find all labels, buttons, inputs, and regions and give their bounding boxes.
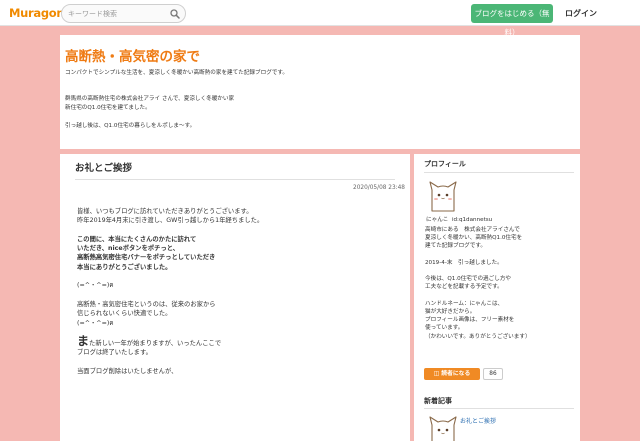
post-paragraph: 当面ブログ削除はいたしませんが、 bbox=[77, 367, 397, 376]
post-text: 本当にありがとうございました。 bbox=[77, 263, 172, 271]
reader-button-label: 読者になる bbox=[441, 371, 471, 377]
post-paragraph: いただき、niceボタンをポチっと、 bbox=[77, 244, 397, 253]
blog-title[interactable]: 高断熱・高気密の家で bbox=[65, 45, 200, 65]
profile-divider bbox=[424, 172, 574, 173]
article-main: お礼とご挨拶 2020/05/08 23:48 皆様、いつもブログに訪れていただ… bbox=[60, 154, 410, 441]
post-paragraph: この間に、本当にたくさんのかたに訪れて bbox=[77, 235, 397, 244]
post-date: 2020/05/08 23:48 bbox=[353, 185, 405, 191]
bio-line: 工夫などを記載する予定です。 bbox=[425, 284, 503, 291]
post-paragraph bbox=[77, 358, 397, 367]
post-paragraph: 昨年2019年4月末に引き渡し、GW引っ越しから1年経ちました。 bbox=[77, 216, 397, 225]
bio-line: 2019-4-末 引っ越しました。 bbox=[425, 259, 503, 266]
description-line bbox=[65, 113, 288, 122]
profile-heading: プロフィール bbox=[424, 160, 466, 168]
post-text: (=^・^=)ฅ bbox=[77, 319, 114, 327]
bio-line: プロフィール画像は、フリー素材を bbox=[425, 317, 515, 324]
bio-line: 建てた記録ブログです。 bbox=[425, 243, 486, 250]
search-input[interactable] bbox=[64, 6, 164, 21]
profile-id: id:q1dannetsu bbox=[451, 217, 493, 223]
profile-bio: 高崎市にある 株式会社アライさんで 夏涼しく冬暖かい、高断熱Q1.0住宅を 建てた記… bbox=[425, 226, 577, 341]
bio-line bbox=[425, 292, 577, 300]
post-paragraph: 皆様、いつもブログに訪れていただきありがとうございます。 bbox=[77, 207, 397, 216]
bio-line: 今後は、Q1.0住宅での過ごし方や bbox=[425, 276, 512, 283]
post-paragraph: (=^・^=)ฅ bbox=[77, 281, 397, 290]
post-text: 当面ブログ削除はいたしませんが、 bbox=[77, 368, 178, 376]
post-text: 信じられないくらい快適でした。 bbox=[77, 310, 172, 318]
description-line: 引っ越し後は、Q1.0住宅の暮らしをルポしま〜す。 bbox=[65, 122, 196, 129]
post-paragraph: また新しい一年が始まりますが、いったんここで bbox=[77, 334, 397, 349]
post-paragraph: 高断熱・高気密住宅というのは、従来のお家から bbox=[77, 300, 397, 309]
post-text: 高断熱・高気密住宅というのは、従来のお家から bbox=[77, 300, 216, 308]
post-paragraph: ブログは終了いたします。 bbox=[77, 348, 397, 357]
description-line bbox=[65, 78, 288, 87]
post-drop-cap: ま bbox=[77, 334, 90, 349]
post-text: (=^・^=)ฅ bbox=[77, 282, 114, 290]
bio-line: 猫が大好きだから。 bbox=[425, 308, 476, 315]
post-text: ブログは終了いたします。 bbox=[77, 349, 152, 357]
post-paragraph: 本当にありがとうございました。 bbox=[77, 263, 397, 272]
bio-line: 高崎市にある 株式会社アライさんで bbox=[425, 227, 520, 233]
post-paragraph bbox=[77, 328, 397, 337]
post-body: 皆様、いつもブログに訪れていただきありがとうございます。昨年2019年4月末に引… bbox=[77, 207, 397, 376]
post-paragraph: 高断熱高気密住宅バナーをポチっとしていただき bbox=[77, 253, 397, 262]
blog-header: 高断熱・高気密の家で コンパクトでシンプルな生活を、夏涼しく冬暖かい高断熱の家を… bbox=[60, 35, 580, 149]
post-paragraph bbox=[77, 272, 397, 281]
post-text: いただき、niceボタンをポチっと、 bbox=[77, 245, 180, 253]
post-paragraph bbox=[77, 291, 397, 300]
post-text: 高断熱高気密住宅バナーをポチっとしていただき bbox=[77, 254, 216, 262]
bio-line: 使っています。 bbox=[425, 325, 464, 332]
description-line: 群馬県の高断熱住宅の株式会社アライ さんで、夏涼しく冬暖かい家 bbox=[65, 96, 235, 103]
top-navigation-bar: Muragon ブログをはじめる（無料） ログイン bbox=[0, 0, 640, 37]
search-icon[interactable] bbox=[170, 9, 180, 19]
site-logo[interactable]: Muragon bbox=[9, 6, 65, 20]
post-text: た新しい一年が始まりますが、いったんここで bbox=[89, 340, 222, 348]
post-text: 皆様、いつもブログに訪れていただきありがとうございます。 bbox=[77, 208, 253, 215]
search-box bbox=[61, 4, 186, 23]
bio-line bbox=[425, 267, 577, 275]
post-paragraph: 信じられないくらい快適でした。 bbox=[77, 309, 397, 318]
latest-heading: 新着記事 bbox=[424, 397, 452, 405]
description-line: コンパクトでシンプルな生活を、夏涼しく冬暖かい高断熱の家を建てた記録ブログです。 bbox=[65, 70, 289, 76]
start-blog-button[interactable]: ブログをはじめる（無料） bbox=[471, 4, 553, 37]
bio-line: ハンドルネーム：にゃんこは、 bbox=[425, 300, 504, 307]
cat-thumbnail-icon[interactable] bbox=[426, 415, 460, 441]
bio-line: （かわいいです。ありがとうございます） bbox=[425, 333, 531, 340]
follow-reader-button[interactable]: ◫ 読者になる bbox=[424, 368, 480, 380]
post-paragraph: (=^・^=)ฅ bbox=[77, 319, 397, 328]
login-link[interactable]: ログイン bbox=[565, 4, 597, 23]
reader-count: 86 bbox=[483, 368, 503, 380]
post-title[interactable]: お礼とご挨拶 bbox=[75, 160, 132, 174]
cat-avatar-icon[interactable] bbox=[426, 180, 460, 212]
profile-name[interactable]: にゃんこ bbox=[426, 217, 448, 223]
post-text: 昨年2019年4月末に引き渡し、GW引っ越しから1年経ちました。 bbox=[77, 217, 264, 225]
sidebar: プロフィール にゃんこ id:q1dannetsu 高崎市にある 株式会社アライ… bbox=[414, 154, 580, 441]
bio-line bbox=[425, 251, 577, 259]
post-divider bbox=[75, 179, 395, 180]
description-line: 新住宅のQ1.0住宅を建てました。 bbox=[65, 105, 151, 112]
blog-description: コンパクトでシンプルな生活を、夏涼しく冬暖かい高断熱の家を建てた記録ブログです。… bbox=[65, 69, 288, 131]
bio-line: 夏涼しく冬暖かい、高断熱Q1.0住宅を bbox=[425, 235, 523, 242]
latest-divider bbox=[424, 408, 574, 409]
profile-user: にゃんこ id:q1dannetsu bbox=[426, 215, 492, 223]
post-paragraph bbox=[77, 226, 397, 235]
description-line bbox=[65, 87, 288, 96]
latest-post-link[interactable]: お礼とご挨拶 bbox=[460, 416, 496, 425]
post-text: この間に、本当にたくさんのかたに訪れて bbox=[77, 235, 197, 243]
